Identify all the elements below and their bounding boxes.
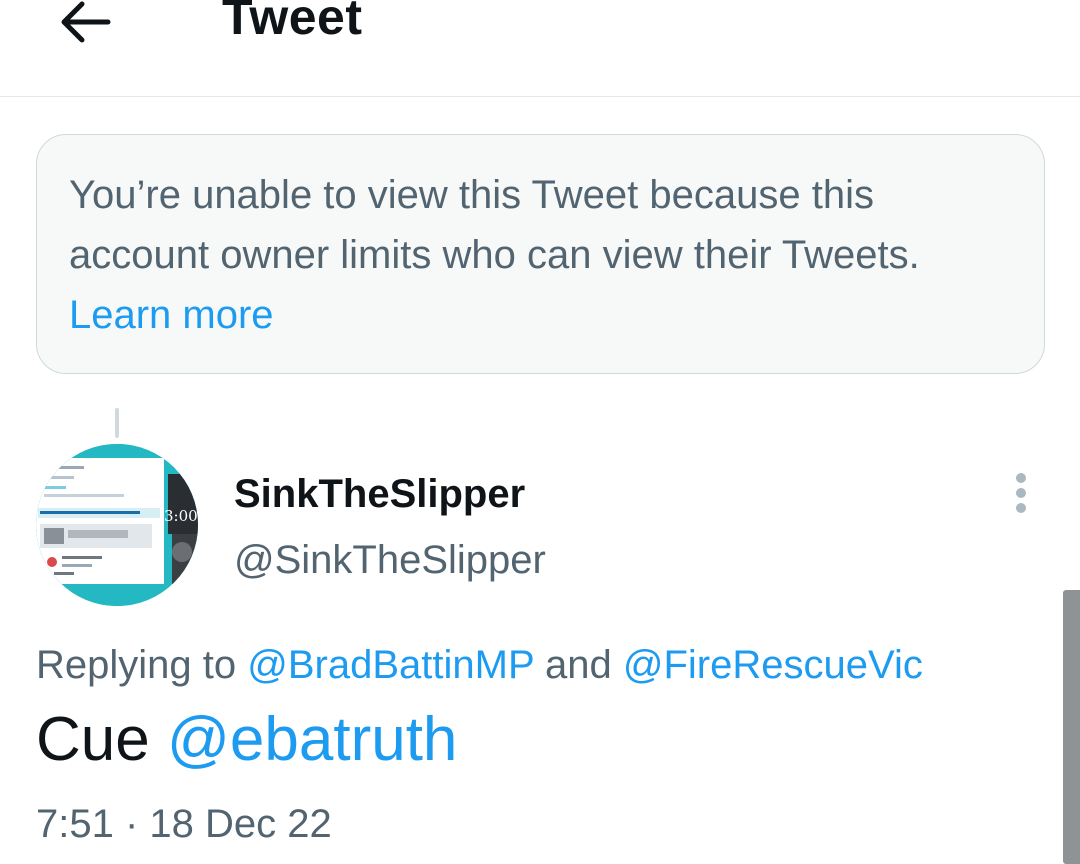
tweet-date: 18 Dec 22 — [149, 802, 332, 846]
more-options-button[interactable] — [1000, 470, 1042, 516]
learn-more-link[interactable]: Learn more — [69, 293, 274, 337]
author-avatar[interactable]: 3:00 — [36, 444, 198, 606]
mention-link-firerescuevic[interactable]: @FireRescueVic — [623, 643, 923, 687]
avatar-overlay-text: 3:00 — [164, 507, 198, 525]
tweet-text-prefix: Cue — [36, 705, 167, 774]
back-button[interactable] — [56, 0, 116, 48]
more-vertical-icon — [1000, 473, 1042, 513]
scrollbar-thumb[interactable] — [1063, 590, 1080, 864]
meta-separator: · — [113, 802, 150, 846]
replying-prefix: Replying to — [36, 643, 248, 687]
tweet-timestamp[interactable]: 7:51 · 18 Dec 22 — [36, 796, 332, 852]
thread-connector-line — [115, 408, 119, 438]
mention-link-ebatruth[interactable]: @ebatruth — [167, 705, 457, 774]
page-title: Tweet — [222, 0, 363, 45]
tweet-time: 7:51 — [36, 802, 114, 846]
mention-link-bradbattinmp[interactable]: @BradBattinMP — [247, 643, 534, 687]
replying-joiner: and — [533, 643, 623, 687]
arrow-left-icon — [61, 1, 111, 43]
author-display-name[interactable]: SinkTheSlipper — [234, 470, 525, 518]
tweet-page: Tweet You’re unable to view this Tweet b… — [0, 0, 1080, 864]
replying-to-line: Replying to @BradBattinMP and @FireRescu… — [36, 640, 923, 690]
author-handle[interactable]: @SinkTheSlipper — [234, 536, 546, 584]
top-header: Tweet — [0, 0, 1080, 97]
tweet-text: Cue @ebatruth — [36, 703, 457, 777]
notice-text: You’re unable to view this Tweet because… — [69, 173, 920, 277]
unavailable-tweet-notice: You’re unable to view this Tweet because… — [36, 134, 1045, 374]
profile-avatar: 3:00 — [36, 444, 198, 606]
